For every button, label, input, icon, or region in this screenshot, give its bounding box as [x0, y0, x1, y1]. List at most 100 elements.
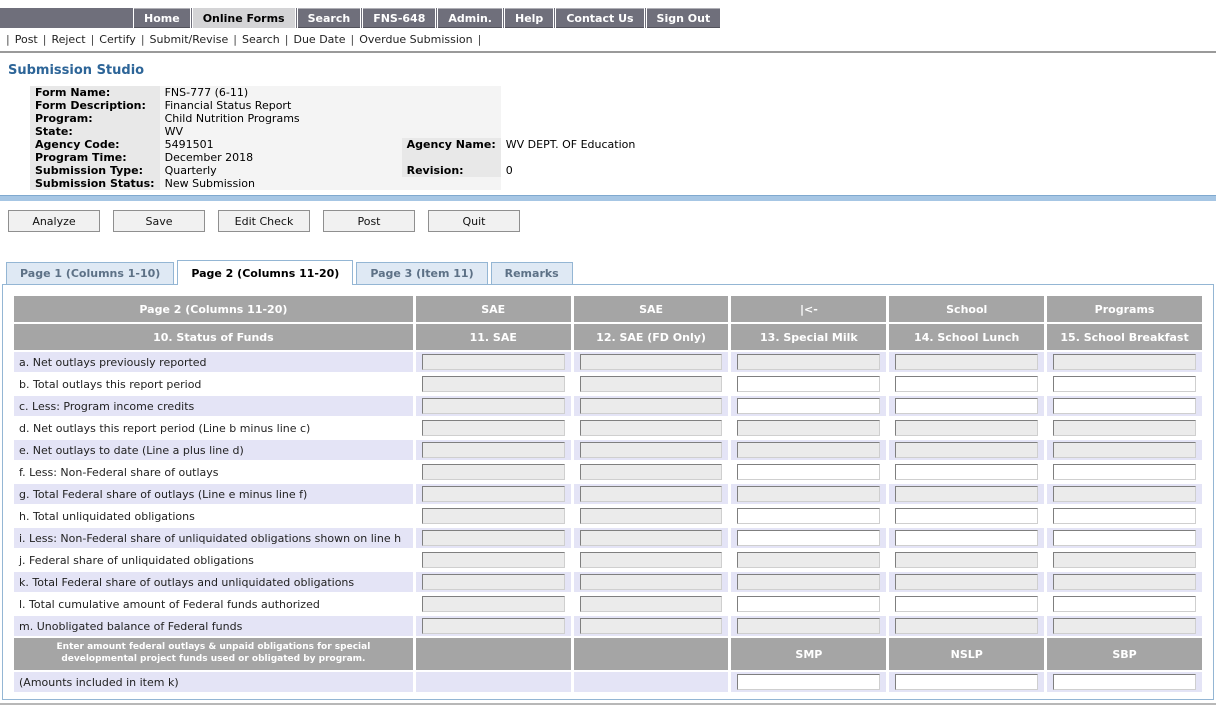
row-label-i: i. Less: Non-Federal share of unliquidat… — [14, 528, 413, 548]
input-c-col13[interactable] — [737, 398, 880, 414]
metadata-value2-empty — [501, 112, 1204, 125]
input-amounts-col14[interactable] — [895, 674, 1038, 690]
menu-item-search[interactable]: Search — [242, 33, 280, 46]
input-b-col13[interactable] — [737, 376, 880, 392]
menu-item-overdue-submission[interactable]: Overdue Submission — [359, 33, 472, 46]
quit-button[interactable]: Quit — [428, 210, 520, 232]
metadata-value-submission-type: Quarterly — [160, 164, 402, 177]
tab-page-2-columns-11-20[interactable]: Page 2 (Columns 11-20) — [177, 260, 353, 285]
menu-item-certify[interactable]: Certify — [99, 33, 136, 46]
nav-item-search[interactable]: Search — [297, 8, 362, 28]
cell-a-col13 — [731, 352, 886, 372]
input-k-col14 — [895, 574, 1038, 590]
nav-item-sign-out[interactable]: Sign Out — [646, 8, 722, 28]
input-a-col13 — [737, 354, 880, 370]
input-e-col12 — [580, 442, 723, 458]
cell-j-col12 — [574, 550, 729, 570]
metadata-label2-empty — [402, 125, 501, 138]
metadata-label-agency-code: Agency Code: — [30, 138, 160, 151]
input-g-col12 — [580, 486, 723, 502]
post-button[interactable]: Post — [323, 210, 415, 232]
special-header-col-nslp: NSLP — [889, 638, 1044, 670]
tab-panel: Page 2 (Columns 11-20)SAESAE|<-SchoolPro… — [2, 284, 1214, 700]
input-f-col11 — [422, 464, 565, 480]
tab-page-3-item-11[interactable]: Page 3 (Item 11) — [356, 262, 487, 284]
input-m-col11 — [422, 618, 565, 634]
metadata-label-submission-type: Submission Type: — [30, 164, 160, 177]
cell-c-col14 — [889, 396, 1044, 416]
tab-page-1-columns-1-10[interactable]: Page 1 (Columns 1-10) — [6, 262, 174, 284]
menu-item-due-date[interactable]: Due Date — [293, 33, 345, 46]
cell-f-col14 — [889, 462, 1044, 482]
input-h-col13[interactable] — [737, 508, 880, 524]
row-label-m: m. Unobligated balance of Federal funds — [14, 616, 413, 636]
save-button[interactable]: Save — [113, 210, 205, 232]
menubar-separator: | — [141, 33, 145, 46]
analyze-button[interactable]: Analyze — [8, 210, 100, 232]
cell-e-col13 — [731, 440, 886, 460]
special-header-col-empty0 — [416, 638, 571, 670]
form-metadata-body: Form Name:FNS-777 (6-11)Form Description… — [30, 86, 1204, 190]
nav-item-admin[interactable]: Admin. — [437, 8, 503, 28]
cell-l-col15 — [1047, 594, 1202, 614]
input-g-col11 — [422, 486, 565, 502]
metadata-label2-empty — [402, 99, 501, 112]
nav-item-online-forms[interactable]: Online Forms — [192, 8, 296, 28]
metadata-row-state: State:WV — [30, 125, 1204, 138]
input-c-col15[interactable] — [1053, 398, 1196, 414]
cell-j-col15 — [1047, 550, 1202, 570]
tab-bar: Page 1 (Columns 1-10)Page 2 (Columns 11-… — [6, 259, 1216, 284]
cell-e-col15 — [1047, 440, 1202, 460]
input-c-col14[interactable] — [895, 398, 1038, 414]
row-label-h: h. Total unliquidated obligations — [14, 506, 413, 526]
cell-c-col12 — [574, 396, 729, 416]
metadata-value-program-time: December 2018 — [160, 151, 402, 164]
input-b-col14[interactable] — [895, 376, 1038, 392]
cell-k-col12 — [574, 572, 729, 592]
nav-item-contact-us[interactable]: Contact Us — [555, 8, 644, 28]
input-i-col13[interactable] — [737, 530, 880, 546]
cell-b-col14 — [889, 374, 1044, 394]
input-l-col14[interactable] — [895, 596, 1038, 612]
input-amounts-col15[interactable] — [1053, 674, 1196, 690]
input-f-col15[interactable] — [1053, 464, 1196, 480]
special-header-col-empty1 — [574, 638, 729, 670]
cell-f-col13 — [731, 462, 886, 482]
tab-remarks[interactable]: Remarks — [491, 262, 573, 284]
input-m-col13 — [737, 618, 880, 634]
input-h-col14[interactable] — [895, 508, 1038, 524]
cell-m-col15 — [1047, 616, 1202, 636]
input-i-col15[interactable] — [1053, 530, 1196, 546]
nav-item-fns-648[interactable]: FNS-648 — [362, 8, 436, 28]
table-row-i: i. Less: Non-Federal share of unliquidat… — [14, 528, 1202, 548]
input-j-col14 — [895, 552, 1038, 568]
metadata-label-agency-name: Agency Name: — [402, 138, 501, 151]
cell-amounts-col11 — [416, 672, 571, 692]
menubar-separator: | — [233, 33, 237, 46]
nav-item-help[interactable]: Help — [504, 8, 554, 28]
input-b-col15[interactable] — [1053, 376, 1196, 392]
input-l-col13[interactable] — [737, 596, 880, 612]
input-i-col14[interactable] — [895, 530, 1038, 546]
input-amounts-col13[interactable] — [737, 674, 880, 690]
menu-item-submit-revise[interactable]: Submit/Revise — [150, 33, 229, 46]
menu-item-reject[interactable]: Reject — [51, 33, 85, 46]
input-f-col13[interactable] — [737, 464, 880, 480]
cell-j-col11 — [416, 550, 571, 570]
cell-b-col11 — [416, 374, 571, 394]
grid-header-group-cell-label: Page 2 (Columns 11-20) — [14, 296, 413, 322]
grid-header-group-cell-3: |<- — [731, 296, 886, 322]
grid-header-columns-cell-4: 14. School Lunch — [889, 324, 1044, 350]
cell-f-col11 — [416, 462, 571, 482]
grid-header-group-cell-5: Programs — [1047, 296, 1202, 322]
table-row-f: f. Less: Non-Federal share of outlays — [14, 462, 1202, 482]
input-l-col15[interactable] — [1053, 596, 1196, 612]
edit-check-button[interactable]: Edit Check — [218, 210, 310, 232]
nav-item-home[interactable]: Home — [133, 8, 191, 28]
row-label-f: f. Less: Non-Federal share of outlays — [14, 462, 413, 482]
input-h-col15[interactable] — [1053, 508, 1196, 524]
menu-item-post[interactable]: Post — [15, 33, 38, 46]
input-f-col14[interactable] — [895, 464, 1038, 480]
special-header-col-sbp: SBP — [1047, 638, 1202, 670]
grid-header-group-cell-4: School — [889, 296, 1044, 322]
